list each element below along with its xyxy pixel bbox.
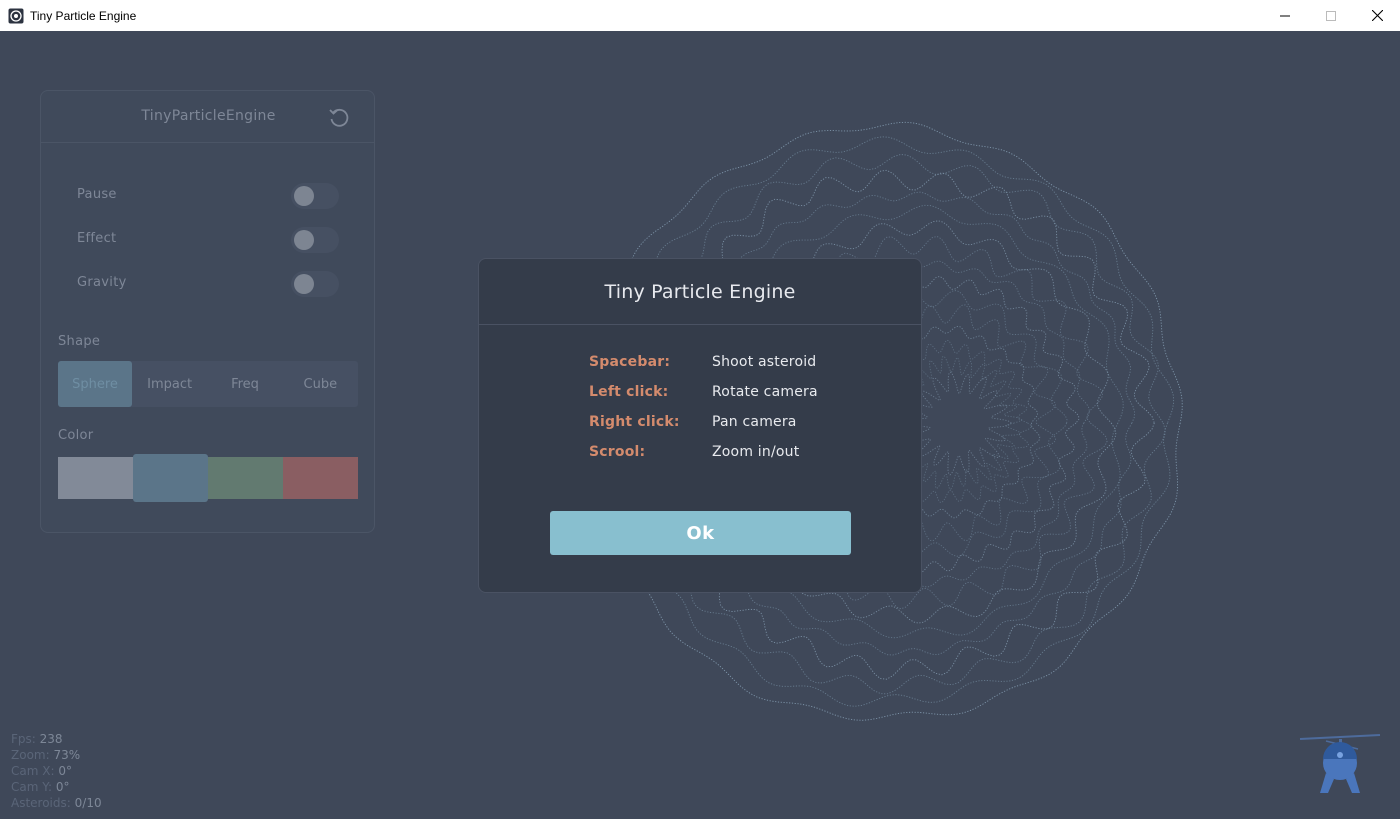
dialog-header: Tiny Particle Engine <box>479 259 921 325</box>
maximize-button[interactable] <box>1308 0 1354 31</box>
key-action: Rotate camera <box>712 384 818 400</box>
shape-option-impact[interactable]: Impact <box>132 361 207 407</box>
key-name: Right click: <box>589 414 680 430</box>
shape-label: Shape <box>58 334 101 349</box>
minimize-icon <box>1280 15 1290 16</box>
key-name: Spacebar: <box>589 354 671 370</box>
keybinding-row: Spacebar: Shoot asteroid <box>589 354 818 384</box>
toggle-knob <box>294 274 314 294</box>
shape-option-sphere[interactable]: Sphere <box>58 361 132 407</box>
keybinding-row: Scrool: Zoom in/out <box>589 444 818 474</box>
stat-value: 0/10 <box>74 796 102 810</box>
stats-overlay: Fps: 238 Zoom: 73% Cam X: 0° Cam Y: 0° A… <box>11 731 102 811</box>
toggle-row-pause: Pause <box>77 183 339 209</box>
stat-label: Fps: <box>11 732 36 746</box>
color-swatch-gray[interactable] <box>58 457 133 499</box>
stat-value: 238 <box>39 732 63 746</box>
pause-toggle[interactable] <box>291 183 339 209</box>
reset-icon[interactable] <box>328 107 350 129</box>
toggle-label-gravity: Gravity <box>77 275 127 290</box>
color-swatch-red[interactable] <box>283 457 358 499</box>
stat-cam-x: Cam X: 0° <box>11 763 102 779</box>
stat-zoom: Zoom: 73% <box>11 747 102 763</box>
stat-asteroids: Asteroids: 0/10 <box>11 795 102 811</box>
title-bar: Tiny Particle Engine <box>0 0 1400 31</box>
drone-icon <box>1299 734 1381 793</box>
toggle-knob <box>294 186 314 206</box>
stat-cam-y: Cam Y: 0° <box>11 779 102 795</box>
keybinding-list: Spacebar: Shoot asteroid Left click: Rot… <box>589 354 818 474</box>
shape-selector: Sphere Impact Freq Cube <box>58 361 358 407</box>
gravity-toggle[interactable] <box>291 271 339 297</box>
toggle-row-gravity: Gravity <box>77 271 339 297</box>
minimize-button[interactable] <box>1262 0 1308 31</box>
ok-button[interactable]: Ok <box>550 511 851 555</box>
color-swatch-blue[interactable] <box>133 454 208 502</box>
color-label: Color <box>58 428 94 443</box>
toggle-knob <box>294 230 314 250</box>
panel-header: TinyParticleEngine <box>41 91 374 143</box>
stat-fps: Fps: 238 <box>11 731 102 747</box>
key-name: Scrool: <box>589 444 646 460</box>
control-panel: TinyParticleEngine Pause Effect Gravity … <box>40 90 375 533</box>
color-selector <box>58 454 358 502</box>
render-viewport[interactable]: TinyParticleEngine Pause Effect Gravity … <box>0 31 1400 819</box>
keybinding-row: Right click: Pan camera <box>589 414 818 444</box>
key-name: Left click: <box>589 384 669 400</box>
stat-label: Zoom: <box>11 748 50 762</box>
stat-value: 0° <box>58 764 72 778</box>
help-dialog: Tiny Particle Engine Spacebar: Shoot ast… <box>478 258 922 593</box>
app-icon <box>8 8 24 23</box>
keybinding-row: Left click: Rotate camera <box>589 384 818 414</box>
stat-label: Cam X: <box>11 764 55 778</box>
shape-option-freq[interactable]: Freq <box>207 361 282 407</box>
window-title: Tiny Particle Engine <box>30 8 137 23</box>
toggle-row-effect: Effect <box>77 227 339 253</box>
shape-option-cube[interactable]: Cube <box>283 361 358 407</box>
key-action: Zoom in/out <box>712 444 800 460</box>
toggle-label-pause: Pause <box>77 187 117 202</box>
key-action: Pan camera <box>712 414 797 430</box>
stat-value: 73% <box>53 748 81 762</box>
toggle-label-effect: Effect <box>77 231 117 246</box>
stat-value: 0° <box>55 780 70 794</box>
close-icon <box>1371 10 1383 21</box>
dialog-title: Tiny Particle Engine <box>604 280 796 303</box>
key-action: Shoot asteroid <box>712 354 817 370</box>
maximize-icon <box>1326 10 1336 21</box>
close-button[interactable] <box>1354 0 1400 31</box>
stat-label: Cam Y: <box>11 780 53 794</box>
stat-label: Asteroids: <box>11 796 71 810</box>
color-swatch-green[interactable] <box>208 457 283 499</box>
panel-title: TinyParticleEngine <box>141 108 276 124</box>
particle-ring <box>908 371 1012 476</box>
effect-toggle[interactable] <box>291 227 339 253</box>
